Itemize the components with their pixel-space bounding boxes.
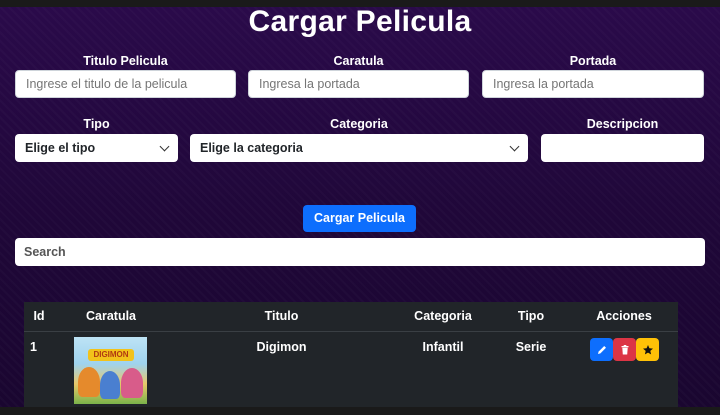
descripcion-input[interactable] (541, 134, 704, 162)
header-categoria: Categoria (414, 309, 472, 323)
cell-categoria: Infantil (422, 340, 464, 354)
cell-id: 1 (30, 340, 37, 354)
movies-table: Id Caratula Titulo Categoria Tipo Accion… (24, 302, 678, 407)
portada-input[interactable] (482, 70, 704, 98)
descripcion-label: Descripcion (586, 117, 659, 131)
categoria-select-value: Elige la categoria (200, 141, 303, 155)
pencil-icon (597, 345, 606, 354)
tipo-select[interactable]: Elige el tipo (15, 134, 178, 162)
thumbnail-character (100, 371, 120, 399)
header-id: Id (33, 309, 45, 323)
titulo-label: Titulo Pelicula (83, 54, 168, 68)
window-top-strip (0, 0, 720, 7)
caratula-thumbnail: DIGIMON (74, 337, 147, 404)
page-background: Cargar Pelicula Titulo Pelicula Caratula… (0, 7, 720, 407)
star-icon (642, 344, 653, 354)
header-tipo: Tipo (517, 309, 545, 323)
header-divider (24, 331, 678, 332)
window-bottom-strip (0, 407, 720, 415)
cell-titulo: Digimon (256, 340, 307, 354)
categoria-label: Categoria (330, 117, 388, 131)
titulo-input[interactable] (15, 70, 236, 98)
thumbnail-character (121, 368, 143, 398)
caratula-input[interactable] (248, 70, 469, 98)
cargar-pelicula-button[interactable]: Cargar Pelicula (303, 205, 416, 232)
header-caratula: Caratula (85, 309, 137, 323)
thumbnail-logo: DIGIMON (88, 349, 134, 361)
categoria-select[interactable]: Elige la categoria (190, 134, 528, 162)
edit-button[interactable] (590, 338, 613, 361)
caratula-label: Caratula (333, 54, 384, 68)
thumbnail-character (78, 367, 100, 397)
favorite-button[interactable] (636, 338, 659, 361)
header-titulo: Titulo (264, 309, 299, 323)
tipo-select-value: Elige el tipo (25, 141, 96, 155)
chevron-down-icon (159, 141, 170, 152)
trash-icon (621, 344, 628, 354)
delete-button[interactable] (613, 338, 636, 361)
portada-label: Portada (569, 54, 617, 68)
search-input[interactable]: Search (15, 238, 705, 266)
header-acciones: Acciones (596, 309, 652, 323)
cell-tipo: Serie (515, 340, 547, 354)
chevron-down-icon (509, 141, 520, 152)
tipo-label: Tipo (83, 117, 110, 131)
page-title: Cargar Pelicula (248, 7, 472, 38)
